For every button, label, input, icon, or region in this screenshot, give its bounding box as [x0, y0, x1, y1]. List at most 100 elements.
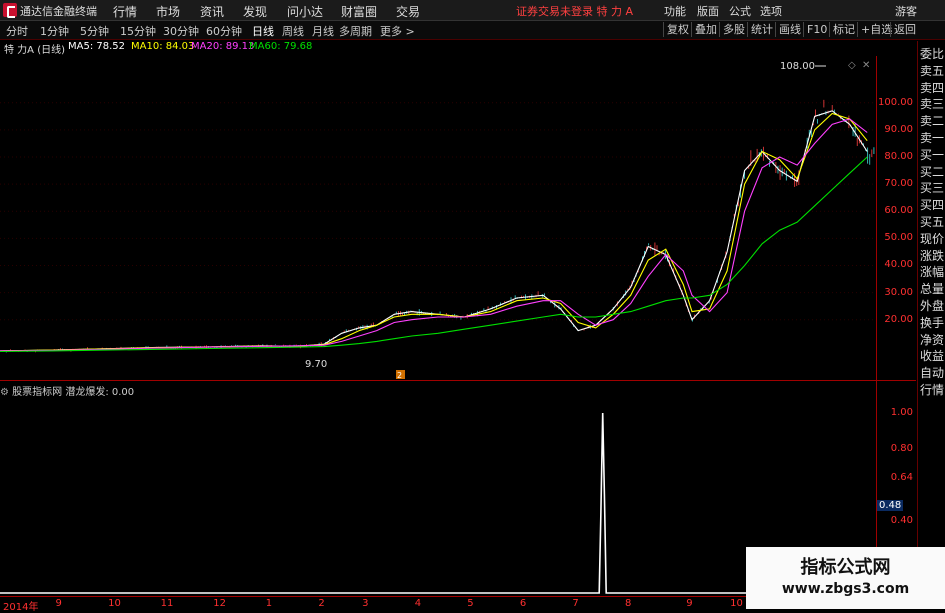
- ma60-value: MA60: 79.68: [249, 41, 313, 52]
- month-tick-label: 9: [55, 598, 62, 609]
- side-panel-item[interactable]: 自动: [920, 366, 944, 380]
- menu-news[interactable]: 资讯: [200, 3, 224, 20]
- watermark-title: 指标公式网: [800, 557, 891, 578]
- watermark-url: www.zbgs3.com: [781, 581, 910, 597]
- side-panel-item: 净资: [920, 332, 945, 347]
- mark-button[interactable]: 标记: [829, 22, 858, 37]
- month-tick-label: 2: [318, 598, 325, 609]
- series-line-ma5: [0, 110, 868, 352]
- month-tick-label: 8: [624, 598, 632, 609]
- high-price-label: 108.00: [780, 61, 815, 72]
- menu-functions[interactable]: 功能: [664, 3, 686, 19]
- menu-market-quotes[interactable]: 行情: [113, 3, 137, 20]
- side-panel-item: 卖二: [920, 114, 945, 129]
- menu-formula[interactable]: 公式: [729, 3, 751, 19]
- indicator-tick-label: 0.40: [890, 515, 913, 526]
- side-panel-item: 卖一: [920, 131, 945, 145]
- month-tick-label: 3: [362, 598, 369, 609]
- price-tick-label: 60.00: [884, 205, 913, 217]
- month-tick-label: 9: [686, 598, 693, 609]
- month-tick-label: 5: [467, 598, 474, 609]
- side-panel-item: 买一: [920, 147, 945, 162]
- month-tick-label: 6: [519, 598, 527, 609]
- overlay-button[interactable]: 叠加: [691, 22, 720, 37]
- menu-wealth-circle[interactable]: 财富圈: [341, 3, 377, 20]
- month-tick-label: 2014年: [3, 602, 39, 613]
- month-tick-label: 10: [108, 598, 121, 609]
- side-panel-item: 卖四: [920, 80, 945, 95]
- menu-trade[interactable]: 交易: [396, 3, 420, 20]
- signal-line: [0, 412, 876, 594]
- date-x-axis: 2014年9101112123456789101112: [0, 596, 876, 613]
- ma20-value: MA20: 89.13: [191, 41, 255, 52]
- side-panel-item: 外盘: [920, 299, 945, 313]
- stock-title: 特 力A (日线): [4, 45, 66, 56]
- period-tab-15min[interactable]: 15分钟: [120, 23, 156, 39]
- side-panel-item: 总量: [920, 282, 945, 297]
- indicator-chart[interactable]: [0, 395, 876, 595]
- period-tab-more[interactable]: 更多 >: [380, 23, 415, 39]
- menu-layout[interactable]: 版面: [697, 3, 719, 19]
- price-tick-label: 40.00: [884, 259, 913, 271]
- statistics-button[interactable]: 统计: [747, 22, 776, 37]
- side-panel-item[interactable]: 行情: [920, 383, 944, 397]
- price-tick-label: 100.00: [878, 96, 913, 108]
- month-tick-label: 10: [730, 598, 743, 609]
- period-toolbar: 分时 1分钟 5分钟 15分钟 30分钟 60分钟 日线 周线 月线 多周期 更…: [0, 21, 945, 40]
- period-tab-timeshare[interactable]: 分时: [6, 23, 28, 39]
- menu-market[interactable]: 市场: [156, 3, 180, 20]
- menu-options[interactable]: 选项: [760, 3, 782, 19]
- period-tab-60min[interactable]: 60分钟: [206, 23, 242, 39]
- app-name: 通达信金融终端: [20, 5, 97, 18]
- side-panel-item: 涨跌: [920, 248, 945, 263]
- login-status-warning: 证券交易未登录 特 力 A: [516, 5, 634, 18]
- price-chart[interactable]: 108.00 9.70 2 ◇ ✕: [0, 56, 876, 380]
- period-tab-daily[interactable]: 日线: [252, 23, 274, 39]
- indicator-tick-label: 1.00: [890, 407, 913, 418]
- price-tick-label: 30.00: [884, 286, 913, 298]
- period-tab-multi[interactable]: 多周期: [339, 23, 372, 39]
- period-tab-monthly[interactable]: 月线: [312, 23, 334, 39]
- draw-line-button[interactable]: 画线: [775, 22, 804, 37]
- event-marker-label: 2: [397, 371, 402, 380]
- indicator-current-value: 0.48: [877, 499, 904, 511]
- side-panel-item: 卖三: [920, 97, 945, 112]
- side-panel-item: 委比: [920, 47, 945, 61]
- period-tab-30min[interactable]: 30分钟: [163, 23, 199, 39]
- side-panel-item: 买三: [920, 181, 945, 196]
- month-tick-label: 4: [414, 598, 422, 609]
- price-tick-label: 70.00: [884, 178, 913, 190]
- low-price-label: 9.70: [305, 359, 327, 370]
- back-button[interactable]: 返回: [890, 22, 919, 37]
- panel-divider[interactable]: [0, 380, 916, 381]
- close-icon[interactable]: ✕: [862, 60, 870, 71]
- user-guest[interactable]: 游客: [895, 3, 917, 19]
- indicator-tick-label: 0.80: [890, 443, 913, 454]
- side-panel-item: 买二: [920, 164, 945, 179]
- f10-button[interactable]: F10: [803, 22, 830, 37]
- ma5-value: MA5: 78.52: [68, 41, 126, 52]
- multi-stock-button[interactable]: 多股: [719, 22, 748, 37]
- menu-discover[interactable]: 发现: [243, 3, 267, 20]
- side-panel-item: 涨幅: [920, 265, 945, 280]
- period-tab-5min[interactable]: 5分钟: [80, 23, 109, 39]
- quote-side-panel: 委比 卖五 卖四 卖三 卖二 卖一 买一 买二 买三 买四 买五 现价 涨跌 涨幅 总量 外盘 换手 净资 收益 自动…: [917, 41, 945, 609]
- side-panel-item: 现价: [920, 231, 945, 246]
- adjust-button[interactable]: 复权: [663, 22, 692, 37]
- title-bar: 通达信金融终端 行情 市场 资讯 发现 问小达 财富圈 交易 证券交易未登录 特…: [0, 0, 945, 21]
- month-tick-label: 12: [213, 598, 226, 609]
- period-tab-1min[interactable]: 1分钟: [40, 23, 69, 39]
- side-panel-item: 换手: [920, 315, 945, 330]
- watermark: 指标公式网 www.zbgs3.com: [746, 547, 945, 609]
- side-panel-item: 买四: [920, 198, 945, 213]
- price-tick-label: 80.00: [884, 150, 913, 162]
- series-line-ma10: [0, 112, 868, 352]
- price-y-axis: 20.00 30.00 40.00 50.00 60.00 70.00 80.00 90.00…: [876, 56, 917, 380]
- diamond-icon[interactable]: ◇: [848, 60, 856, 71]
- ma10-value: MA10: 84.03: [131, 41, 195, 52]
- menu-xiaoda[interactable]: 问小达: [287, 3, 323, 20]
- indicator-tick-label: 0.64: [890, 471, 913, 483]
- period-tab-weekly[interactable]: 周线: [282, 23, 304, 39]
- side-panel-item: 收益: [920, 349, 945, 364]
- series-line-ma60: [0, 156, 868, 353]
